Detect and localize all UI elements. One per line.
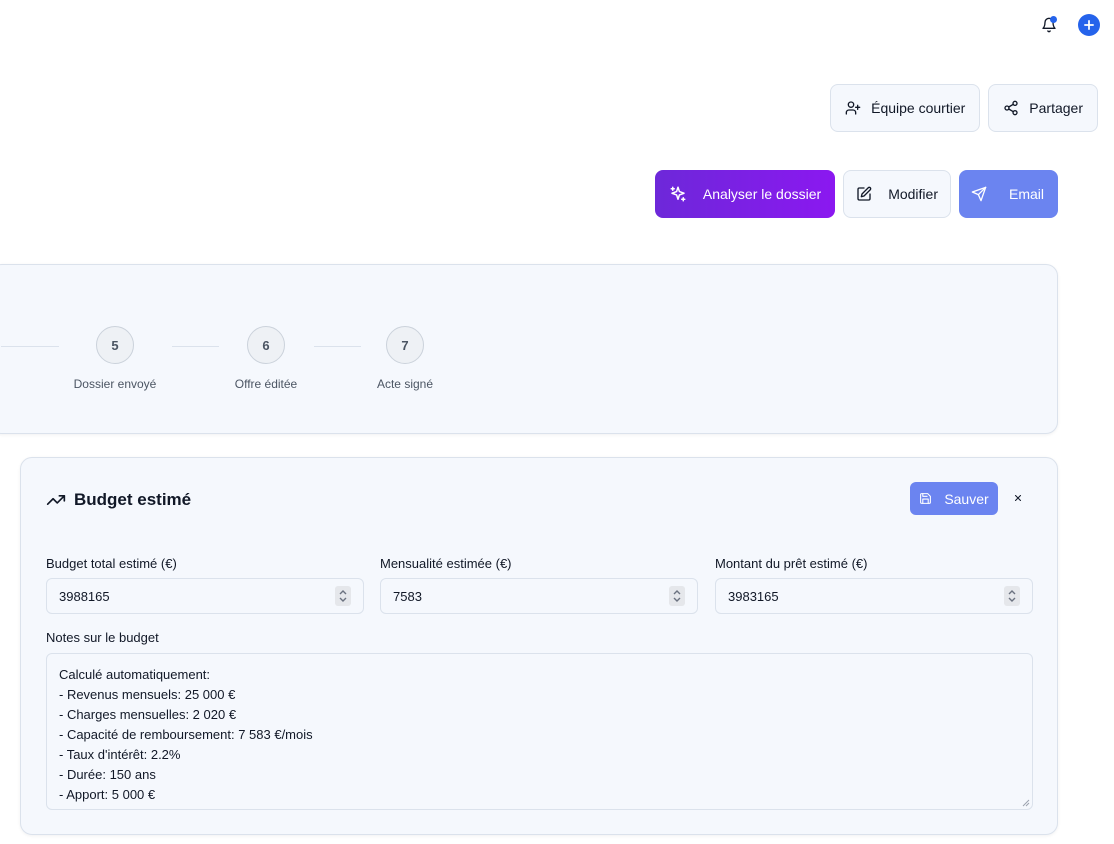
- share-label: Partager: [1029, 100, 1083, 116]
- chevron-up-down-icon: [339, 590, 347, 602]
- plus-icon: [1084, 20, 1094, 30]
- total-budget-label: Budget total estimé (€): [46, 556, 177, 571]
- add-button[interactable]: [1078, 14, 1100, 36]
- broker-team-button[interactable]: Équipe courtier: [830, 84, 981, 132]
- top-icons: [1038, 14, 1100, 36]
- monthly-payment-label: Mensualité estimée (€): [380, 556, 512, 571]
- step-5[interactable]: 5 Dossier envoyé: [55, 326, 175, 391]
- budget-title-text: Budget estimé: [74, 490, 192, 509]
- step-label: Offre éditée: [234, 377, 298, 391]
- header-actions: Équipe courtier Partager: [830, 84, 1098, 132]
- total-budget-value: 3988165: [59, 588, 110, 604]
- step-connector: [1, 346, 59, 347]
- number-stepper[interactable]: [1004, 586, 1020, 606]
- close-icon: [1014, 494, 1022, 502]
- save-label: Sauver: [944, 490, 989, 507]
- notes-line: - Durée: 150 ans: [59, 767, 156, 782]
- notifications-button[interactable]: [1038, 14, 1060, 36]
- monthly-payment-field: Mensualité estimée (€) 7583: [380, 556, 698, 614]
- total-budget-field: Budget total estimé (€) 3988165: [46, 556, 364, 614]
- sparkles-icon: [670, 186, 686, 202]
- user-plus-icon: [845, 101, 861, 115]
- analyze-file-button[interactable]: Analyser le dossier: [654, 170, 836, 218]
- number-stepper[interactable]: [335, 586, 351, 606]
- notes-textarea[interactable]: Calculé automatiquement: - Revenus mensu…: [46, 653, 1033, 810]
- close-button[interactable]: [1011, 490, 1025, 506]
- chevron-up-down-icon: [673, 590, 681, 602]
- broker-team-label: Équipe courtier: [871, 100, 966, 116]
- budget-card: Budget estimé Sauver Budget total estimé…: [20, 457, 1058, 835]
- notes-label: Notes sur le budget: [46, 630, 159, 645]
- budget-title: Budget estimé: [46, 490, 191, 510]
- number-stepper[interactable]: [669, 586, 685, 606]
- share-icon: [1004, 100, 1018, 116]
- save-button[interactable]: Sauver: [910, 482, 998, 515]
- file-actions: Analyser le dossier Modifier Email: [654, 170, 1058, 218]
- loan-amount-input[interactable]: 3983165: [715, 578, 1033, 614]
- progress-stepper: 5 Dossier envoyé 6 Offre éditée 7 Acte s…: [0, 264, 1058, 434]
- monthly-payment-value: 7583: [393, 588, 422, 604]
- notes-line: - Taux d'intérêt: 2.2%: [59, 747, 181, 762]
- email-label: Email: [1008, 186, 1044, 202]
- monthly-payment-input[interactable]: 7583: [380, 578, 698, 614]
- step-7[interactable]: 7 Acte signé: [345, 326, 465, 391]
- resize-handle-icon[interactable]: [1022, 799, 1030, 807]
- loan-amount-label: Montant du prêt estimé (€): [715, 556, 868, 571]
- save-icon: [920, 493, 932, 504]
- loan-amount-value: 3983165: [728, 588, 779, 604]
- edit-label: Modifier: [888, 186, 938, 202]
- send-icon: [971, 186, 987, 202]
- notes-line: - Apport: 5 000 €: [59, 787, 156, 802]
- loan-amount-field: Montant du prêt estimé (€) 3983165: [715, 556, 1033, 614]
- chevron-up-down-icon: [1008, 590, 1016, 602]
- step-6[interactable]: 6 Offre éditée: [206, 326, 326, 391]
- edit-button[interactable]: Modifier: [843, 170, 951, 218]
- step-number: 5: [96, 326, 134, 364]
- notification-dot: [1050, 16, 1057, 23]
- notes-line: - Revenus mensuels: 25 000 €: [59, 687, 236, 702]
- step-number: 7: [386, 326, 424, 364]
- step-label: Acte signé: [376, 377, 434, 391]
- notes-line: - Charges mensuelles: 2 020 €: [59, 707, 237, 722]
- total-budget-input[interactable]: 3988165: [46, 578, 364, 614]
- step-label: Dossier envoyé: [73, 377, 157, 391]
- trending-up-icon: [46, 495, 66, 505]
- notes-line: Calculé automatiquement:: [59, 667, 211, 682]
- edit-icon: [857, 186, 872, 201]
- step-number: 6: [247, 326, 285, 364]
- share-button[interactable]: Partager: [988, 84, 1098, 132]
- notes-line: - Capacité de remboursement: 7 583 €/moi…: [59, 727, 313, 742]
- analyze-file-label: Analyser le dossier: [702, 186, 822, 202]
- email-button[interactable]: Email: [958, 170, 1058, 218]
